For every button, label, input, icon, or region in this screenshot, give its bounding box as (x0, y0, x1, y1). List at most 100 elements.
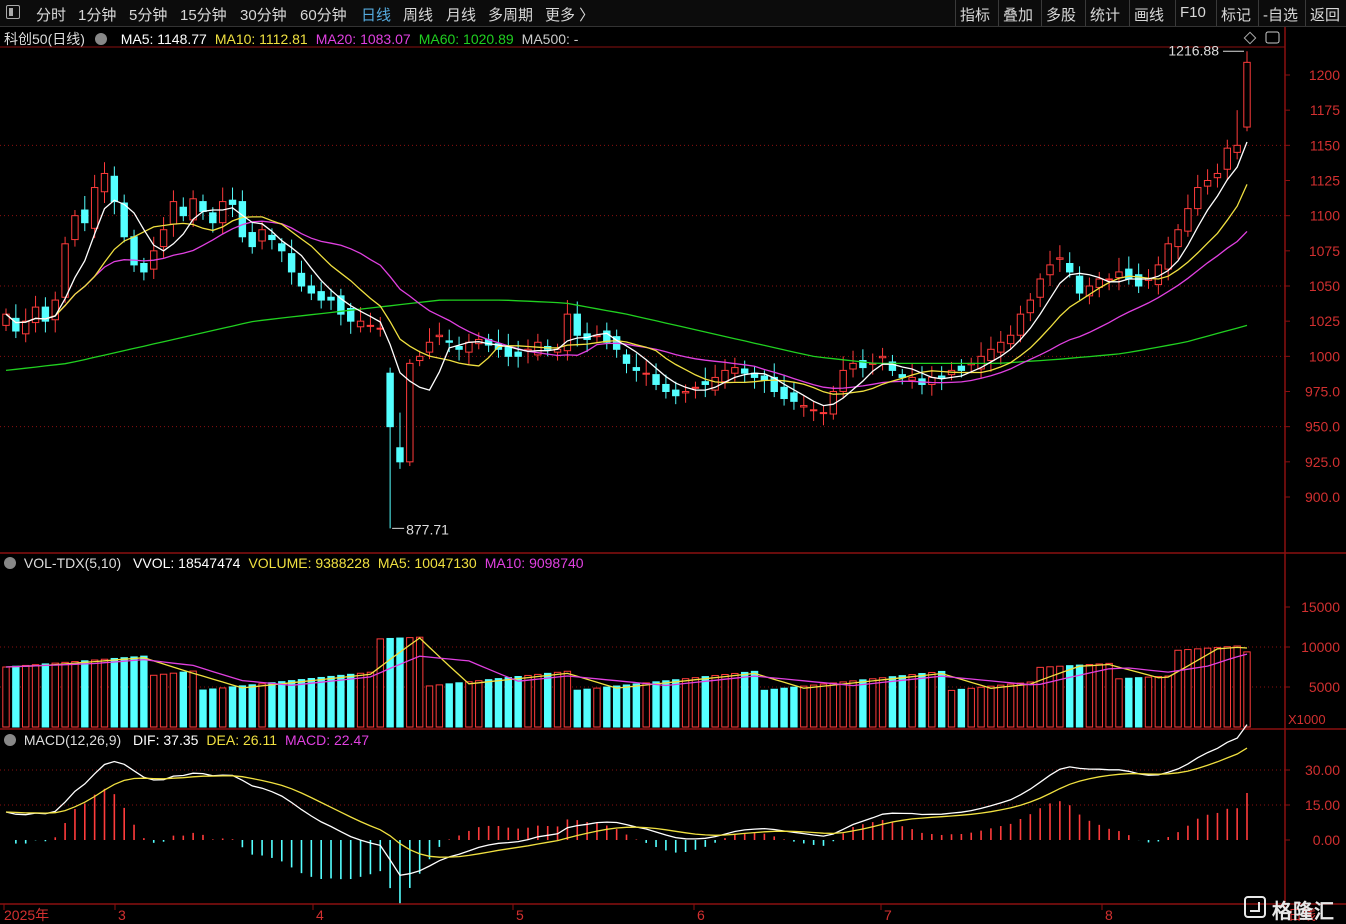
candle-body (317, 291, 325, 301)
volume-bar (750, 670, 759, 728)
volume-bar (2, 666, 10, 728)
candle-body (908, 376, 916, 381)
volume-bar (1056, 665, 1064, 728)
volume-bar (1203, 647, 1212, 728)
y-tick-label: 1100 (1310, 208, 1340, 224)
candle-body (435, 334, 444, 338)
volume-bar (189, 670, 197, 728)
candle-body (209, 212, 217, 224)
x-axis-label: 4 (316, 907, 324, 923)
candle-body (987, 348, 995, 362)
volume-bar (1243, 651, 1251, 728)
candle-body (258, 229, 266, 242)
volume-bar (553, 671, 562, 728)
volume-bar (268, 682, 276, 728)
volume-bar (652, 681, 660, 728)
candle-body (800, 405, 808, 408)
x-axis-label: 3 (118, 907, 126, 923)
volume-bar (209, 688, 217, 728)
candle-body (740, 368, 749, 374)
candle-body (790, 392, 798, 402)
volume-bar (21, 664, 30, 728)
volume-bar (455, 682, 463, 728)
volume-bar (278, 681, 286, 728)
volume-bar (740, 671, 749, 728)
candle-body (514, 351, 522, 357)
x-axis-label: 5 (516, 907, 524, 923)
volume-bar (869, 678, 877, 728)
candle-body (1115, 271, 1123, 279)
candle-body (1036, 278, 1044, 298)
volume-bar (445, 683, 453, 728)
volume-bar (1036, 666, 1044, 728)
volume-bar (691, 677, 700, 728)
candle-body (179, 206, 187, 217)
volume-bar (258, 683, 266, 728)
candle-body (1026, 299, 1035, 314)
volume-bar (898, 675, 906, 728)
candle-body (100, 172, 109, 193)
candle-body (31, 306, 40, 324)
volume-bar (425, 685, 434, 728)
candle-body (691, 386, 700, 389)
volume-bar (484, 679, 493, 728)
volume-bar (681, 678, 690, 728)
candle-body (21, 320, 30, 335)
volume-bar (356, 672, 365, 728)
candle-body (287, 253, 296, 273)
y-tick-label: 1000 (1309, 348, 1340, 364)
candle-body (721, 369, 729, 383)
candle-body (1105, 278, 1113, 281)
volume-bar (544, 672, 552, 728)
volume-bar (563, 670, 572, 728)
candle-body (238, 201, 247, 238)
candle-body (1006, 334, 1015, 345)
volume-bar (1066, 665, 1074, 728)
y-tick-label: 950.0 (1305, 419, 1340, 435)
candle-body (701, 381, 709, 385)
y-tick-label: 5000 (1309, 679, 1340, 695)
candle-body (425, 341, 434, 353)
volume-bar (41, 663, 50, 728)
candle-body (71, 215, 79, 241)
candle-body (218, 201, 227, 224)
candle-body (1056, 257, 1064, 260)
volume-bar (780, 687, 788, 728)
candle-body (199, 201, 207, 212)
volume-bar (31, 664, 40, 728)
y-tick-label: 30.00 (1305, 762, 1340, 778)
volume-bar (61, 661, 69, 728)
x-axis-label: 7 (884, 907, 892, 923)
high-price-label: 1216.88 (1168, 42, 1219, 58)
volume-bar (396, 637, 404, 728)
volume-bar (632, 683, 641, 728)
volume-bar (435, 684, 444, 728)
volume-bar (593, 687, 601, 728)
kline-chart[interactable]: 1200 1175 1150 1125 1100 1075 1050 1025 1000 975.… (0, 0, 1346, 924)
volume-bar (1115, 678, 1123, 728)
volume-bar (248, 684, 256, 728)
volume-bar (297, 679, 306, 728)
volume-bar (1095, 663, 1103, 728)
volume-bar (987, 685, 995, 728)
candle-body (386, 372, 394, 428)
volume-bar (337, 674, 345, 728)
volume-unit-label: X1000 (1288, 712, 1326, 727)
x-axis-label: 2025年 (4, 907, 49, 923)
candle-body (228, 199, 237, 205)
candle-body (937, 375, 946, 378)
y-tick-label: 1025 (1309, 313, 1340, 329)
volume-bar (376, 638, 384, 728)
gelonghui-logo: 格隆汇 (1244, 893, 1344, 923)
volume-bar (366, 671, 375, 728)
candle-body (928, 376, 936, 385)
volume-bar (947, 689, 956, 728)
candle-body (81, 209, 89, 224)
candle-body (396, 447, 404, 463)
volume-bar (71, 661, 79, 728)
volume-bar (347, 673, 355, 728)
volume-bar (327, 675, 335, 728)
candle-body (366, 324, 375, 327)
candle-body (1223, 147, 1232, 170)
candle-body (780, 386, 788, 400)
